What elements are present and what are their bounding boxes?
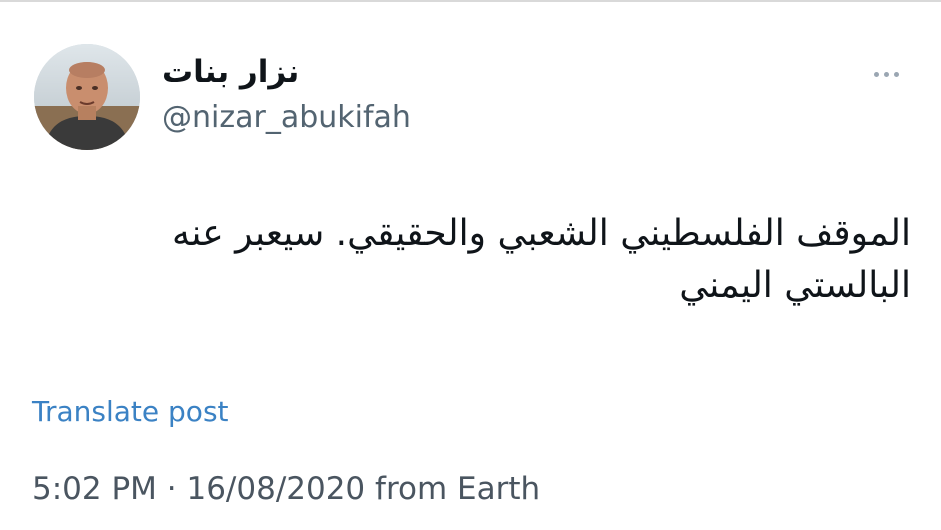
more-options-button[interactable] bbox=[862, 60, 910, 88]
dot bbox=[893, 71, 899, 77]
tweet-metadata: 5:02 PM · 16/08/2020 from Earth bbox=[32, 468, 540, 510]
translate-post-link[interactable]: Translate post bbox=[32, 392, 229, 432]
more-horizontal-icon bbox=[873, 71, 899, 77]
display-name[interactable]: نزار بنات bbox=[162, 52, 722, 94]
author-block: نزار بنات @nizar_abukifah bbox=[162, 52, 722, 138]
avatar[interactable] bbox=[34, 44, 140, 150]
tweet-text: الموقف الفلسطيني الشعبي والحقيقي. سيعبر … bbox=[172, 213, 911, 306]
tweet-date[interactable]: 16/08/2020 bbox=[186, 468, 365, 510]
top-divider bbox=[0, 0, 941, 2]
meta-separator: · bbox=[156, 471, 187, 507]
avatar-image bbox=[34, 44, 140, 150]
tweet-card: نزار بنات @nizar_abukifah الموقف الفلسطي… bbox=[0, 0, 941, 530]
handle[interactable]: @nizar_abukifah bbox=[162, 98, 722, 138]
dot bbox=[873, 71, 879, 77]
tweet-source: from Earth bbox=[365, 471, 541, 507]
dot bbox=[883, 71, 889, 77]
tweet-time[interactable]: 5:02 PM bbox=[32, 468, 157, 510]
